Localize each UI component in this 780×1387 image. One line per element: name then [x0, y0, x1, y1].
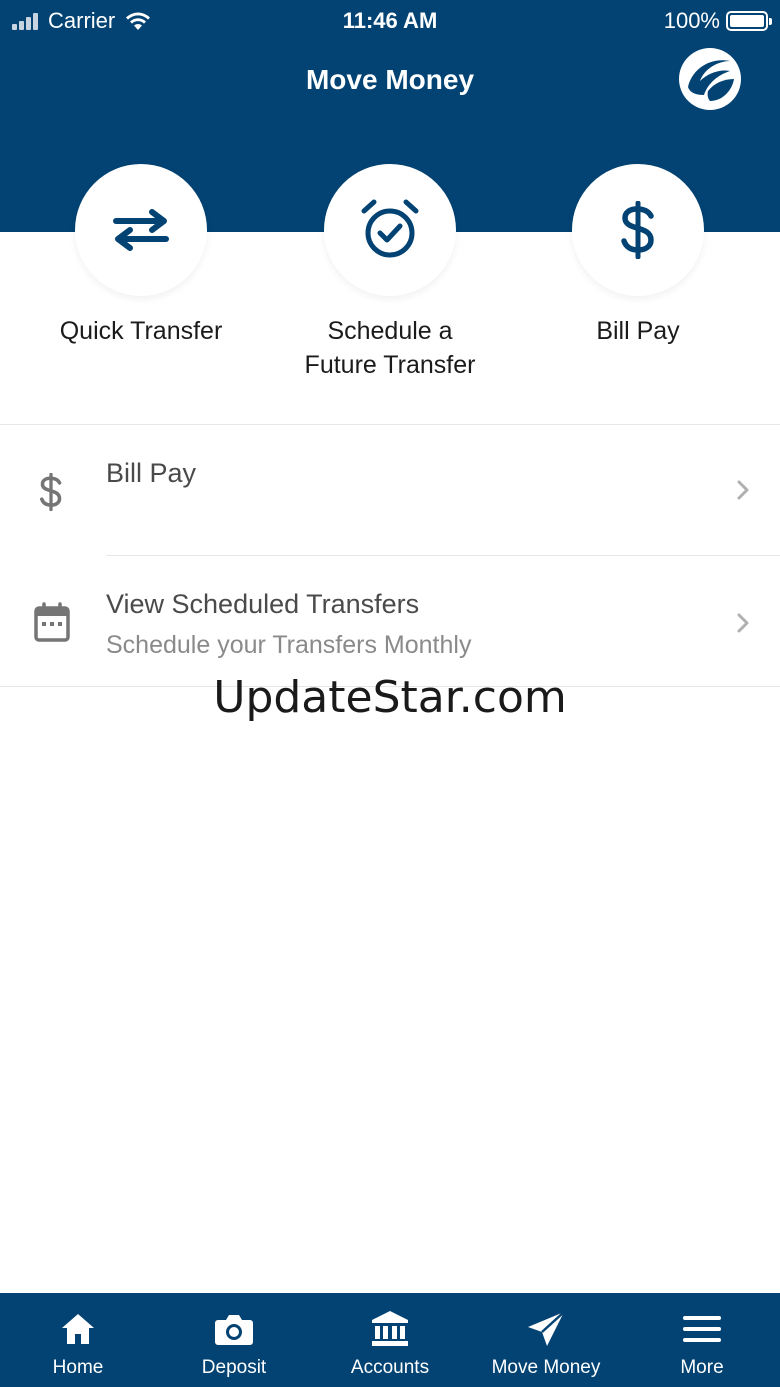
- tab-label: Move Money: [491, 1357, 601, 1378]
- tab-label: More: [680, 1357, 724, 1378]
- move-money-list: Bill Pay View Scheduled Transfers Schedu…: [0, 424, 780, 687]
- watermark: UpdateStar.com: [213, 672, 567, 723]
- list-item-view-scheduled-transfers[interactable]: View Scheduled Transfers Schedule your T…: [0, 556, 780, 687]
- tab-home[interactable]: Home: [0, 1293, 156, 1387]
- list-item-subtitle: Schedule your Transfers Monthly: [106, 631, 472, 659]
- bill-pay-label: Bill Pay: [596, 317, 680, 345]
- schedule-transfer-button[interactable]: [324, 164, 456, 296]
- alarm-clock-check-icon: [361, 199, 419, 258]
- tab-deposit[interactable]: Deposit: [156, 1293, 312, 1387]
- tab-accounts[interactable]: Accounts: [312, 1293, 468, 1387]
- bill-pay-button[interactable]: [572, 164, 704, 296]
- list-item-title: Bill Pay: [106, 458, 197, 488]
- menu-icon: [683, 1316, 721, 1342]
- camera-icon: [215, 1315, 253, 1345]
- chevron-right-icon: [737, 613, 749, 633]
- tab-label: Home: [52, 1357, 104, 1378]
- tab-move-money[interactable]: Move Money: [468, 1293, 624, 1387]
- schedule-transfer-label: Schedule a Future Transfer: [304, 317, 476, 379]
- tab-label: Accounts: [350, 1357, 430, 1378]
- chevron-right-icon: [737, 480, 749, 500]
- battery-percent: 100%: [663, 8, 720, 33]
- home-icon: [62, 1314, 94, 1344]
- status-right: 100%: [663, 8, 772, 34]
- dollar-icon: [40, 473, 62, 511]
- battery-icon: [726, 11, 772, 31]
- quick-transfer-button[interactable]: [75, 164, 207, 296]
- tab-label: Deposit: [201, 1357, 267, 1378]
- page-title: Move Money: [305, 64, 475, 95]
- swap-arrows-icon: [113, 209, 169, 251]
- quick-transfer-action[interactable]: Quick Transfer: [11, 164, 271, 348]
- quick-transfer-label: Quick Transfer: [59, 317, 223, 345]
- list-item-bill-pay[interactable]: Bill Pay: [0, 425, 780, 556]
- paper-plane-icon: [528, 1311, 565, 1346]
- brand-logo-icon[interactable]: [678, 47, 742, 111]
- bill-pay-action[interactable]: Bill Pay: [508, 164, 768, 348]
- status-bar: Carrier 11:46 AM 100%: [0, 0, 780, 40]
- tab-more[interactable]: More: [624, 1293, 780, 1387]
- bank-icon: [372, 1311, 408, 1346]
- schedule-transfer-action[interactable]: Schedule a Future Transfer: [260, 164, 520, 382]
- calendar-icon: [34, 602, 70, 642]
- dollar-icon: [621, 201, 654, 259]
- list-item-title: View Scheduled Transfers: [106, 589, 420, 619]
- tab-bar: Home Deposit Accounts Move Money More: [0, 1293, 780, 1387]
